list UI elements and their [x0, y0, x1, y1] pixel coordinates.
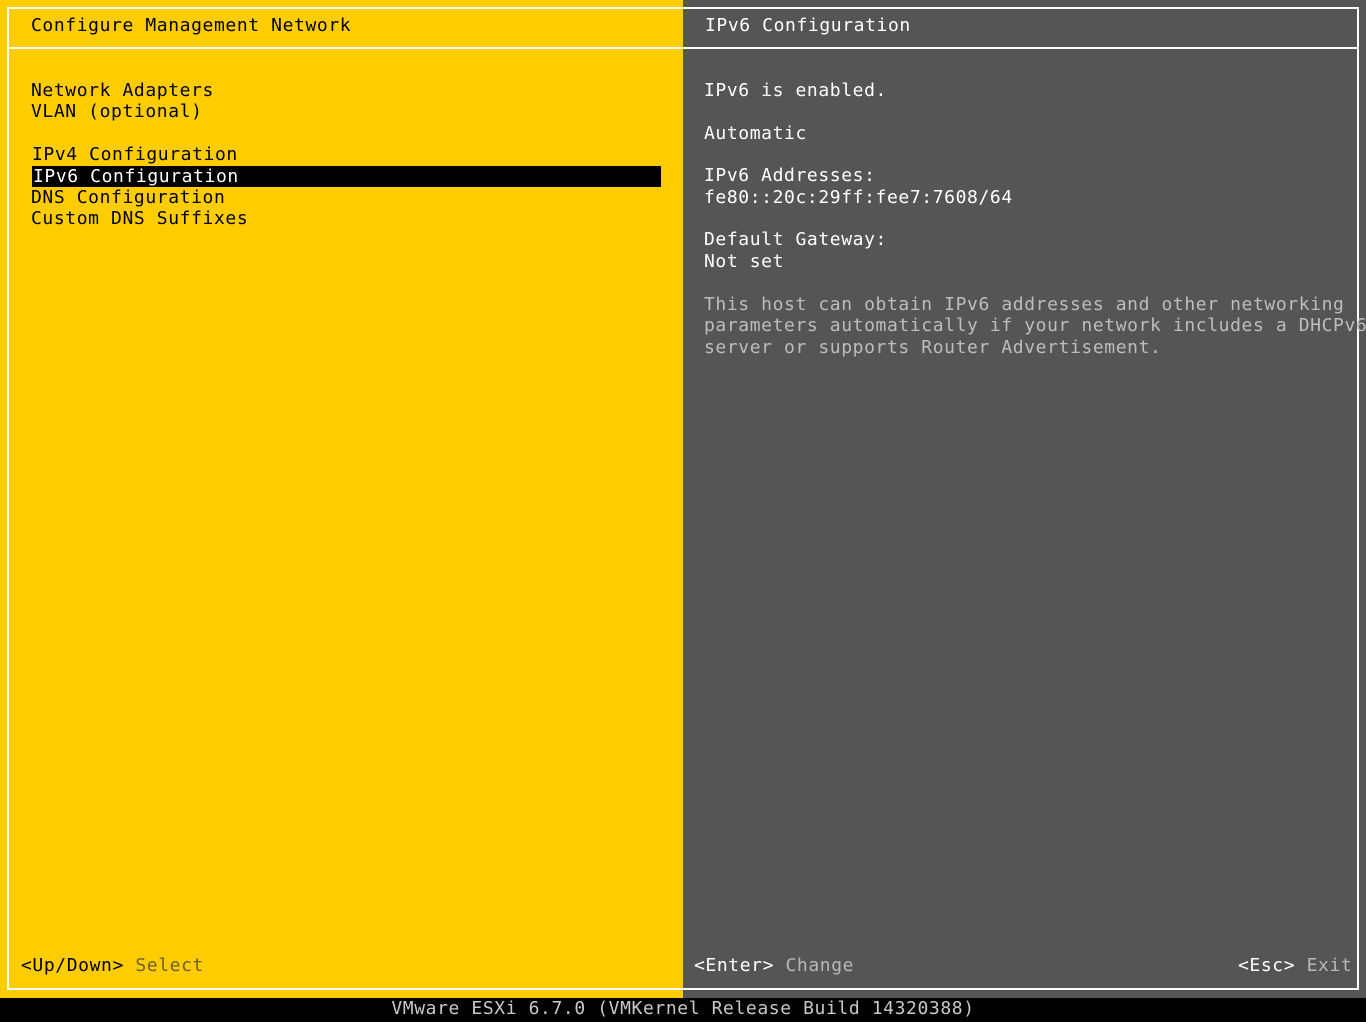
- enter-key: <Enter>: [694, 955, 775, 976]
- menu-item-ipv4-configuration[interactable]: IPv4 Configuration: [32, 144, 238, 165]
- menu-item-label: VLAN (optional): [31, 101, 203, 122]
- left-title-divider: [7, 47, 683, 49]
- right-panel-title: IPv6 Configuration: [705, 15, 911, 36]
- left-panel: Configure Management Network Network Ada…: [0, 0, 683, 998]
- menu-item-custom-dns-suffixes[interactable]: Custom DNS Suffixes: [31, 208, 248, 229]
- ipv6-mode: Automatic: [704, 123, 807, 144]
- left-panel-title: Configure Management Network: [31, 15, 352, 36]
- change-hint: <Enter> Change: [694, 955, 854, 977]
- ipv6-addresses-value: fe80::20c:29ff:fee7:7608/64: [704, 187, 1013, 208]
- menu-item-label: IPv4 Configuration: [32, 144, 238, 165]
- default-gateway-value: Not set: [704, 251, 785, 272]
- ipv6-addresses-label: IPv6 Addresses:: [704, 165, 876, 186]
- esc-key: <Esc>: [1238, 955, 1296, 976]
- menu-item-label: DNS Configuration: [31, 187, 226, 208]
- description-line: server or supports Router Advertisement.: [704, 337, 1162, 358]
- description-line: parameters automatically if your network…: [704, 315, 1366, 336]
- exit-action: Exit: [1306, 955, 1353, 976]
- menu-item-ipv6-configuration[interactable]: IPv6 Configuration: [32, 166, 661, 187]
- default-gateway-label: Default Gateway:: [704, 229, 887, 250]
- ipv6-status: IPv6 is enabled.: [704, 80, 887, 101]
- right-title-divider: [683, 47, 1359, 49]
- change-action: Change: [785, 955, 855, 976]
- description-line: This host can obtain IPv6 addresses and …: [704, 294, 1345, 315]
- right-panel-frame: [683, 7, 1359, 990]
- menu-item-label: Network Adapters: [31, 80, 214, 101]
- menu-item-label: Custom DNS Suffixes: [31, 208, 249, 229]
- exit-hint: <Esc> Exit: [1238, 955, 1352, 977]
- up-down-key: <Up/Down>: [21, 955, 124, 976]
- menu-item-vlan[interactable]: VLAN (optional): [31, 101, 203, 122]
- select-hint: <Up/Down> Select: [21, 955, 204, 977]
- menu-item-network-adapters[interactable]: Network Adapters: [31, 80, 214, 101]
- right-panel: IPv6 Configuration IPv6 is enabled. Auto…: [683, 0, 1366, 998]
- menu-item-dns-configuration[interactable]: DNS Configuration: [31, 187, 225, 208]
- menu-item-label: IPv6 Configuration: [33, 166, 239, 187]
- status-footer: VMware ESXi 6.7.0 (VMKernel Release Buil…: [0, 998, 1366, 1022]
- select-action: Select: [135, 955, 204, 976]
